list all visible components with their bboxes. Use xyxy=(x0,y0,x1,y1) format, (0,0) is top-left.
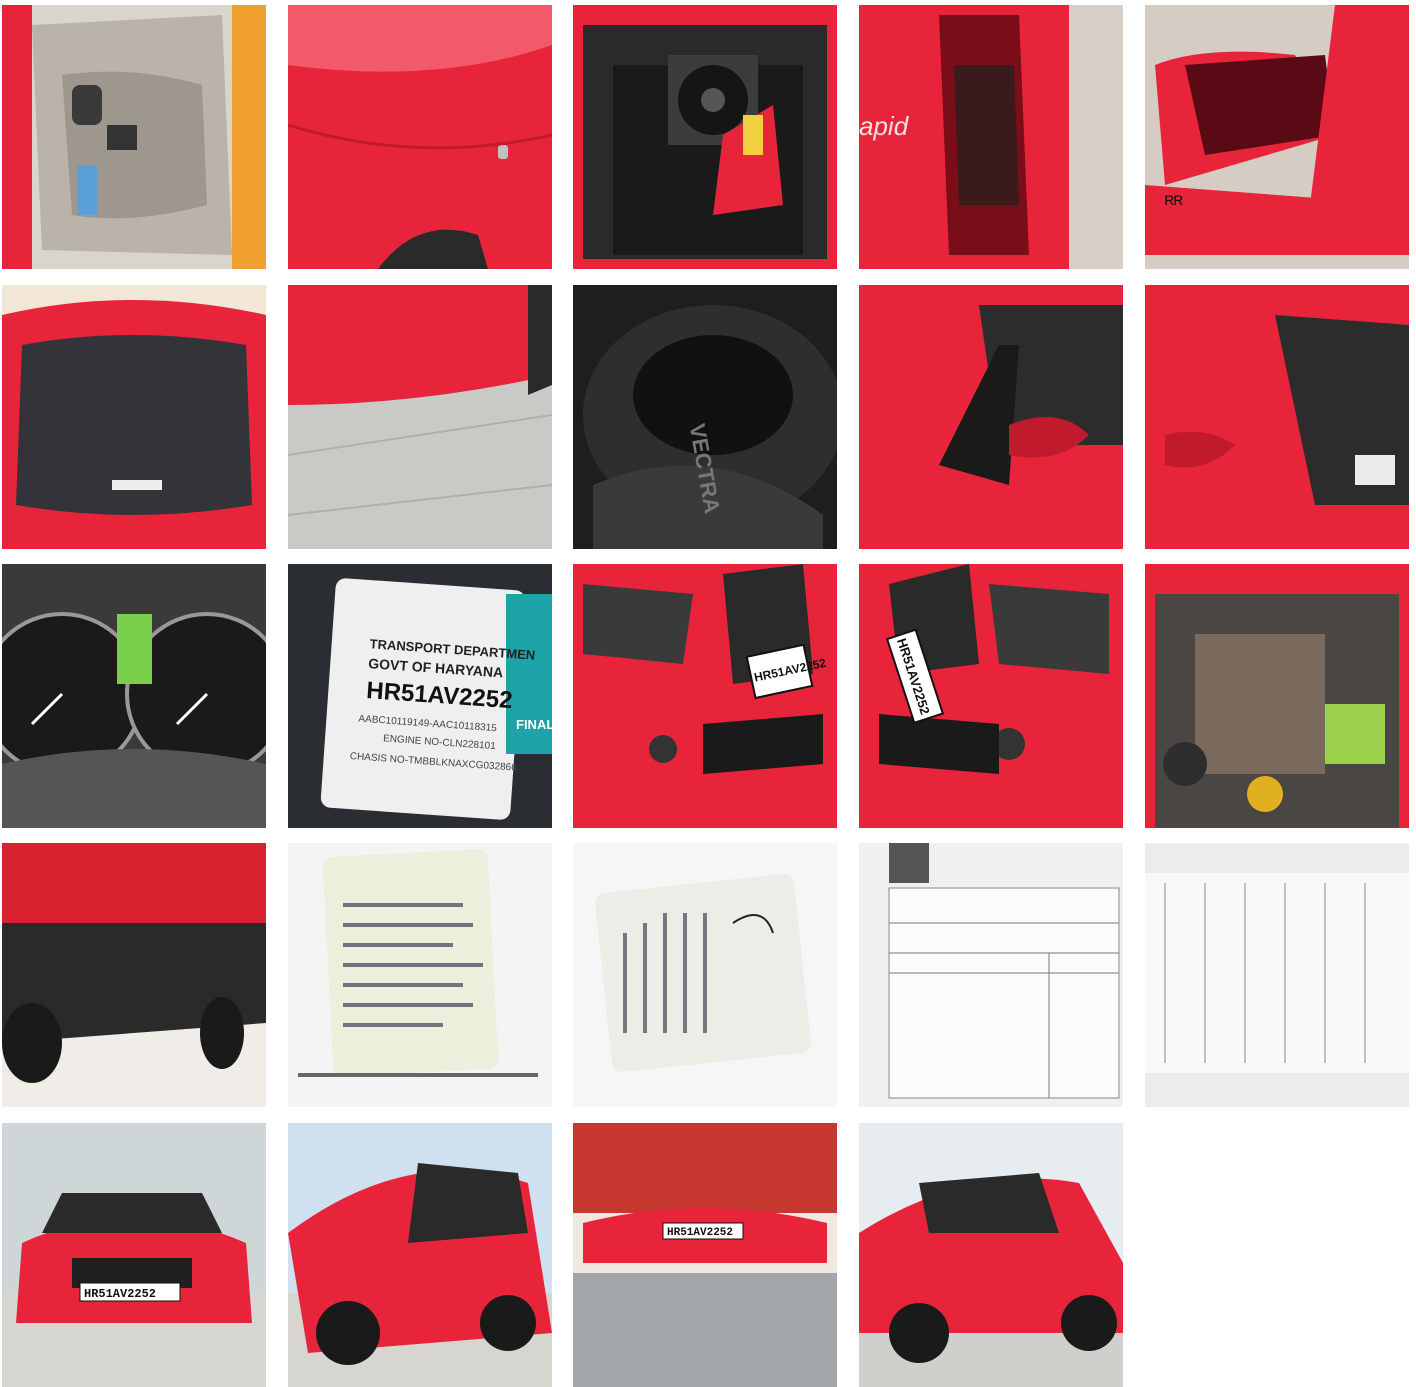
photo-boot-subwoofer[interactable] xyxy=(573,5,837,269)
photo-side-mirror-right[interactable] xyxy=(1145,285,1409,549)
photo-door-interior[interactable] xyxy=(2,5,266,269)
photo-side-skirt[interactable] xyxy=(288,285,552,549)
sticker-tag-text: FINAL C xyxy=(516,717,552,732)
photo-rear-quarter-panel[interactable] xyxy=(288,5,552,269)
photo-engine-bay[interactable] xyxy=(1145,564,1409,828)
photo-side-view[interactable] xyxy=(859,1123,1123,1387)
front-view-plate: HR51AV2252 xyxy=(84,1287,156,1301)
photo-registration-certificate-front[interactable] xyxy=(288,843,552,1107)
photo-gallery: apid ᴿᴿ VECTRA FINAL TRANSPORT DEPARTMEN… xyxy=(0,0,1416,1387)
photo-front-right[interactable]: HR51AV2252 xyxy=(859,564,1123,828)
photo-front-left-three-quarter[interactable] xyxy=(288,1123,552,1387)
rear-view-plate: HR51AV2252 xyxy=(667,1227,733,1239)
photo-front-left[interactable]: HR51AV2252 xyxy=(573,564,837,828)
photo-registration-sticker[interactable]: FINAL C TRANSPORT DEPARTMEN GOVT OF HARY… xyxy=(288,564,552,828)
photo-spare-tyre[interactable]: VECTRA xyxy=(573,285,837,549)
photo-front-view[interactable]: HR51AV2252 xyxy=(2,1123,266,1387)
tail-light-badge: apid xyxy=(859,111,910,141)
photo-tail-light-left[interactable]: apid xyxy=(859,5,1123,269)
photo-insurance-document[interactable] xyxy=(859,843,1123,1107)
photo-registration-certificate-back[interactable] xyxy=(573,843,837,1107)
photo-document-table[interactable] xyxy=(1145,843,1409,1107)
photo-rear-view[interactable]: HR51AV2252 xyxy=(573,1123,837,1387)
photo-tail-light-right[interactable]: ᴿᴿ xyxy=(1145,5,1409,269)
photo-side-mirror-left[interactable] xyxy=(859,285,1123,549)
photo-instrument-cluster[interactable] xyxy=(2,564,266,828)
photo-rear-windshield[interactable] xyxy=(2,285,266,549)
photo-underbody[interactable] xyxy=(2,843,266,1107)
svg-text:ᴿᴿ: ᴿᴿ xyxy=(1165,193,1183,215)
